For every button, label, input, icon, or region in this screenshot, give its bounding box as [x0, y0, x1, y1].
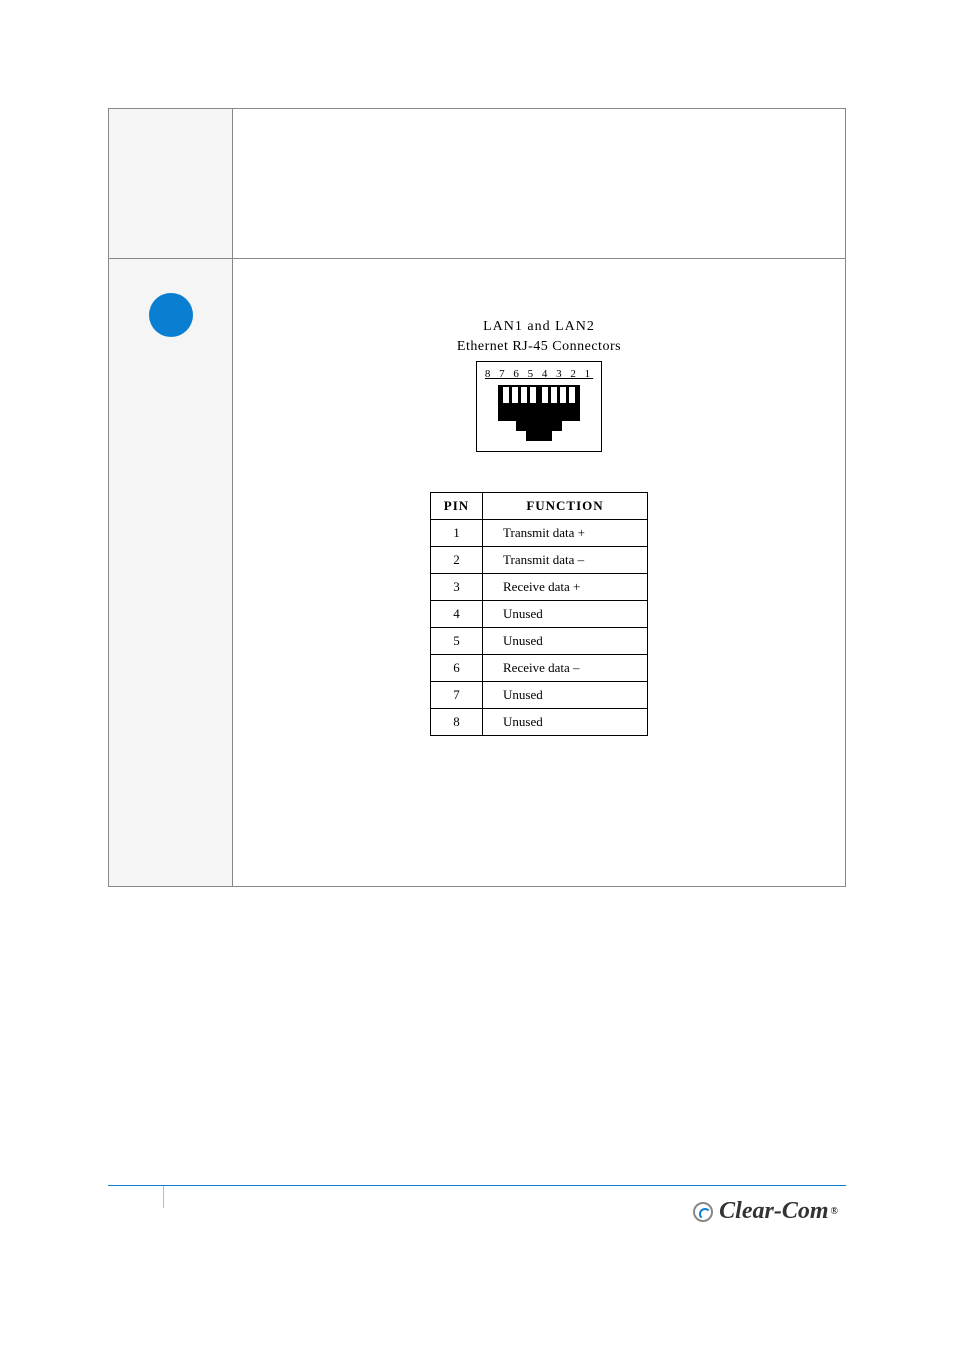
diagram-center: LAN1 and LAN2 Ethernet RJ-45 Connectors …: [253, 319, 825, 826]
cell-pin: 5: [431, 628, 483, 655]
table-header-row: PIN FUNCTION: [431, 493, 648, 520]
cell-function: Receive data –: [483, 655, 648, 682]
pin-number-strip: 8 7 6 5 4 3 2 1: [485, 368, 593, 380]
cell-pin: 6: [431, 655, 483, 682]
rj45-icon: [496, 383, 582, 443]
cell-pin: 4: [431, 601, 483, 628]
header-function: FUNCTION: [483, 493, 648, 520]
cell-function: Unused: [483, 601, 648, 628]
cell-function: Unused: [483, 628, 648, 655]
right-cell-diagram: LAN1 and LAN2 Ethernet RJ-45 Connectors …: [233, 259, 846, 887]
cell-function: Unused: [483, 682, 648, 709]
diagram-title: LAN1 and LAN2: [483, 319, 595, 335]
step-marker-circle: [149, 293, 193, 337]
cell-function: Unused: [483, 709, 648, 736]
table-row: 4 Unused: [431, 601, 648, 628]
cell-pin: 2: [431, 547, 483, 574]
cell-function: Transmit data +: [483, 520, 648, 547]
clearcom-logo-icon: [693, 1202, 713, 1222]
diagram-wrap: LAN1 and LAN2 Ethernet RJ-45 Connectors …: [233, 259, 845, 886]
table-row: 2 Transmit data –: [431, 547, 648, 574]
table-row: 8 Unused: [431, 709, 648, 736]
trademark-symbol: ®: [831, 1206, 838, 1217]
left-cell-diagram: [109, 259, 233, 887]
cell-pin: 1: [431, 520, 483, 547]
footer-rule: [108, 1185, 846, 1186]
table-row: 3 Receive data +: [431, 574, 648, 601]
content-table: LAN1 and LAN2 Ethernet RJ-45 Connectors …: [108, 108, 846, 887]
cell-pin: 8: [431, 709, 483, 736]
brand-name: Clear-Com: [719, 1198, 828, 1225]
cell-function: Transmit data –: [483, 547, 648, 574]
table-row: 5 Unused: [431, 628, 648, 655]
header-pin: PIN: [431, 493, 483, 520]
cell-pin: 3: [431, 574, 483, 601]
cell-function: Receive data +: [483, 574, 648, 601]
left-cell-top: [109, 109, 233, 259]
pin-function-table: PIN FUNCTION 1 Transmit data + 2 Transmi…: [430, 492, 648, 736]
table-row: 7 Unused: [431, 682, 648, 709]
table-row: 6 Receive data –: [431, 655, 648, 682]
footer-tick: [163, 1186, 164, 1208]
right-cell-top: [233, 109, 846, 259]
footer-logo: Clear-Com ®: [693, 1198, 838, 1225]
table-row: 1 Transmit data +: [431, 520, 648, 547]
rj45-connector-diagram: 8 7 6 5 4 3 2 1: [476, 361, 602, 452]
diagram-subtitle: Ethernet RJ-45 Connectors: [457, 339, 621, 355]
cell-pin: 7: [431, 682, 483, 709]
